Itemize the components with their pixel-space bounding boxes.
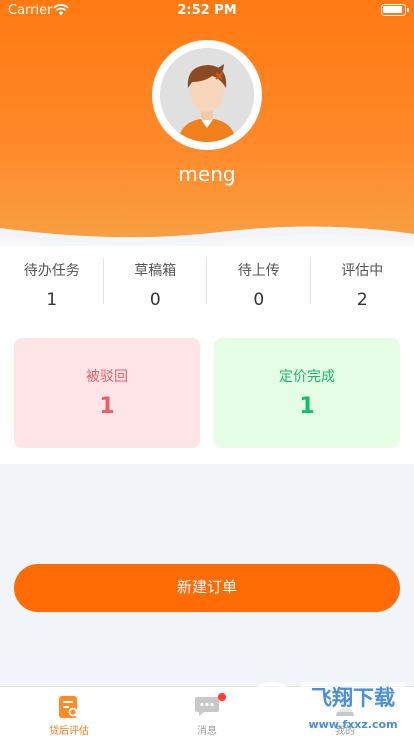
task-stats: 待办任务 1 草稿箱 0 待上传 0 评估中 2: [0, 246, 414, 310]
priced-label: 定价完成: [279, 369, 335, 385]
priced-card[interactable]: 定价完成 1: [214, 338, 400, 448]
stat-label: 待办任务: [23, 263, 80, 279]
rejected-count: 1: [99, 394, 115, 419]
priced-count: 1: [299, 394, 315, 419]
stat-label: 草稿箱: [134, 263, 177, 279]
unread-badge: [218, 693, 226, 701]
stat-value: 2: [356, 290, 368, 310]
profile-header: Carrier 2:52 PM meng: [0, 0, 414, 250]
header-wave: [0, 226, 414, 250]
stat-label: 待上传: [237, 263, 280, 279]
stat-pending[interactable]: 待办任务 1: [0, 246, 104, 310]
document-search-icon: [58, 695, 80, 723]
tab-label: 贷后评估: [49, 726, 89, 736]
rejected-label: 被驳回: [86, 369, 128, 385]
stat-value: 1: [46, 290, 58, 310]
stat-drafts[interactable]: 草稿箱 0: [104, 246, 208, 310]
stat-evaluating[interactable]: 评估中 2: [311, 246, 414, 310]
rejected-card[interactable]: 被驳回 1: [14, 338, 200, 448]
stat-value: 0: [149, 290, 161, 310]
task-panel: 待办任务 1 草稿箱 0 待上传 0 评估中 2 被驳回 1 定价完成 1: [0, 246, 414, 464]
new-order-button[interactable]: 新建订单: [14, 564, 400, 612]
chat-icon: [194, 695, 220, 721]
avatar-image: [160, 48, 254, 142]
watermark: 飞翔下载 www.fxxz.com: [247, 672, 414, 736]
tab-post-loan-evaluation[interactable]: 贷后评估: [0, 687, 138, 736]
username: meng: [178, 162, 236, 186]
battery-icon: [381, 4, 409, 16]
stat-label: 评估中: [341, 263, 384, 279]
watermark-brand: 飞翔下载: [311, 686, 395, 710]
status-time: 2:52 PM: [177, 3, 237, 18]
avatar[interactable]: [152, 40, 262, 150]
stat-to-upload[interactable]: 待上传 0: [207, 246, 311, 310]
status-bar: Carrier 2:52 PM: [0, 0, 414, 22]
stat-value: 0: [253, 290, 265, 310]
watermark-url: www.fxxz.com: [308, 718, 397, 731]
